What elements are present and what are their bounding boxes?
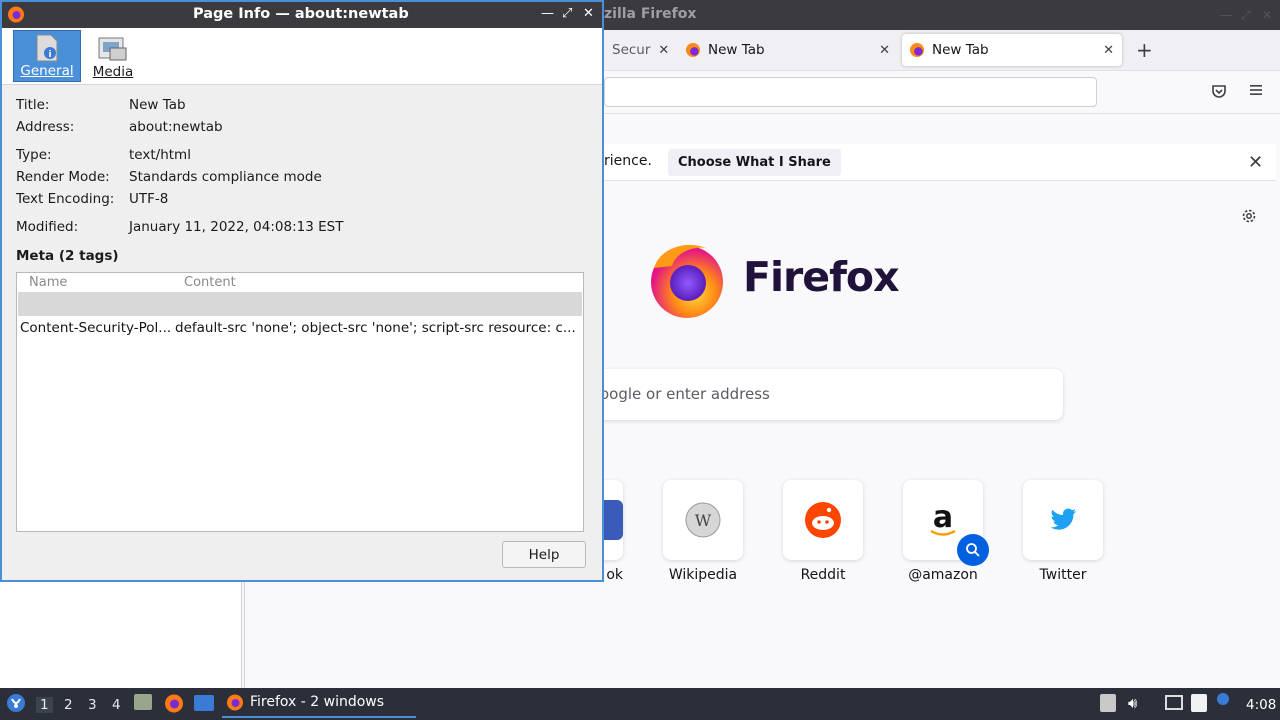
- field-value-text-encoding: UTF-8: [129, 191, 169, 207]
- taskbar-item-firefox[interactable]: Firefox - 2 windows: [222, 688, 416, 718]
- eject-icon[interactable]: [1100, 694, 1116, 712]
- url-bar[interactable]: [604, 77, 1097, 107]
- close-icon[interactable]: ✕: [1248, 152, 1263, 173]
- field-value-address: about:newtab: [129, 119, 223, 135]
- maximize-icon[interactable]: ⤢: [1241, 8, 1251, 23]
- tab-label: New Tab: [708, 42, 765, 58]
- close-icon[interactable]: ✕: [1262, 8, 1272, 22]
- choose-what-i-share-button[interactable]: Choose What I Share: [668, 149, 841, 176]
- start-menu-icon[interactable]: [6, 693, 26, 717]
- top-site-label: Wikipedia: [668, 567, 738, 583]
- minimize-icon[interactable]: —: [541, 6, 554, 21]
- close-icon[interactable]: ✕: [583, 6, 594, 21]
- sidebar-panel: [0, 582, 242, 688]
- dialog-title: Page Info — about:newtab: [193, 6, 409, 22]
- tab-general[interactable]: i General: [13, 30, 81, 82]
- top-site-reddit[interactable]: [783, 480, 863, 560]
- svg-text:W: W: [695, 511, 712, 530]
- firefox-icon[interactable]: [164, 693, 184, 717]
- taskbar: [0, 688, 1280, 720]
- notification-text: rience.: [604, 153, 652, 169]
- pocket-icon[interactable]: [1210, 82, 1228, 104]
- top-site-wikipedia[interactable]: W: [663, 480, 743, 560]
- table-cell-name[interactable]: Content-Security-Pol...: [20, 320, 171, 336]
- workspace-1[interactable]: 1: [36, 697, 53, 713]
- maximize-icon[interactable]: ⤢: [562, 6, 572, 21]
- top-site-label: Reddit: [800, 567, 846, 583]
- workspace-2[interactable]: 2: [64, 697, 73, 713]
- field-value-render-mode: Standards compliance mode: [129, 169, 322, 185]
- table-cell-content[interactable]: default-src 'none'; object-src 'none'; s…: [175, 320, 575, 336]
- close-icon[interactable]: ✕: [879, 43, 890, 58]
- workspace-3[interactable]: 3: [88, 697, 97, 713]
- svg-text:i: i: [48, 50, 51, 60]
- field-value-type: text/html: [129, 147, 191, 163]
- field-label-type: Type:: [16, 147, 52, 163]
- tab-new-tab-active[interactable]: New Tab ✕: [902, 34, 1122, 66]
- firefox-wordmark: Firefox: [743, 253, 900, 301]
- media-icon: [98, 37, 127, 61]
- search-placeholder: oogle or enter address: [600, 385, 770, 403]
- minimize-icon[interactable]: —: [1220, 8, 1232, 22]
- field-value-modified: January 11, 2022, 04:08:13 EST: [129, 219, 344, 235]
- top-site-label: Twitter: [1039, 567, 1087, 583]
- meta-heading: Meta (2 tags): [16, 248, 119, 264]
- column-header-content[interactable]: Content: [184, 275, 236, 290]
- terminal-icon[interactable]: [194, 695, 214, 711]
- firefox-icon: [910, 43, 924, 57]
- clipboard-icon[interactable]: [1191, 694, 1207, 712]
- gear-icon[interactable]: [1240, 207, 1258, 229]
- table-row-selected[interactable]: [18, 292, 582, 316]
- field-label-title: Title:: [16, 97, 50, 113]
- field-label-address: Address:: [16, 119, 75, 135]
- clock[interactable]: 4:08: [1246, 697, 1276, 713]
- top-site-label: @amazon: [908, 567, 978, 583]
- tab-label: New Tab: [932, 42, 989, 58]
- amazon-icon: a: [930, 500, 956, 536]
- svg-text:a: a: [933, 500, 953, 535]
- new-tab-button[interactable]: +: [1136, 38, 1153, 62]
- field-label-text-encoding: Text Encoding:: [16, 191, 115, 207]
- firefox-logo-icon: [646, 238, 728, 320]
- tab-label: General: [20, 63, 74, 79]
- search-shortcut-icon: [957, 534, 989, 566]
- wikipedia-icon: W: [685, 502, 721, 538]
- close-icon[interactable]: ✕: [1103, 43, 1114, 58]
- menu-icon[interactable]: [1248, 82, 1264, 102]
- field-label-modified: Modified:: [16, 219, 79, 235]
- firefox-icon: [686, 43, 700, 57]
- page-info-icon: i: [36, 34, 58, 62]
- firefox-window-title: zilla Firefox: [604, 6, 697, 22]
- network-icon[interactable]: [1165, 695, 1183, 710]
- help-button[interactable]: Help: [502, 541, 586, 568]
- tab-media[interactable]: Media: [79, 30, 147, 82]
- workspace-4[interactable]: 4: [112, 697, 121, 713]
- field-value-title: New Tab: [129, 97, 186, 113]
- twitter-icon: [1050, 508, 1076, 530]
- update-notification-icon[interactable]: [1217, 693, 1229, 705]
- reddit-icon: [805, 502, 841, 538]
- top-site-twitter[interactable]: [1023, 480, 1103, 560]
- tab-security[interactable]: Secur ✕: [604, 34, 674, 66]
- content-area: [244, 582, 1280, 688]
- tab-label: Secur: [612, 42, 651, 58]
- firefox-icon: [7, 5, 25, 27]
- volume-icon[interactable]: 🔊︎: [1128, 694, 1137, 712]
- close-icon[interactable]: ✕: [658, 43, 669, 58]
- tab-new-tab[interactable]: New Tab ✕: [678, 34, 898, 66]
- firefox-icon: [227, 694, 243, 711]
- column-header-name[interactable]: Name: [29, 275, 67, 290]
- file-manager-icon[interactable]: [134, 694, 152, 710]
- taskbar-item-label: Firefox - 2 windows: [250, 694, 385, 710]
- field-label-render-mode: Render Mode:: [16, 169, 110, 185]
- tab-label: Media: [92, 64, 134, 80]
